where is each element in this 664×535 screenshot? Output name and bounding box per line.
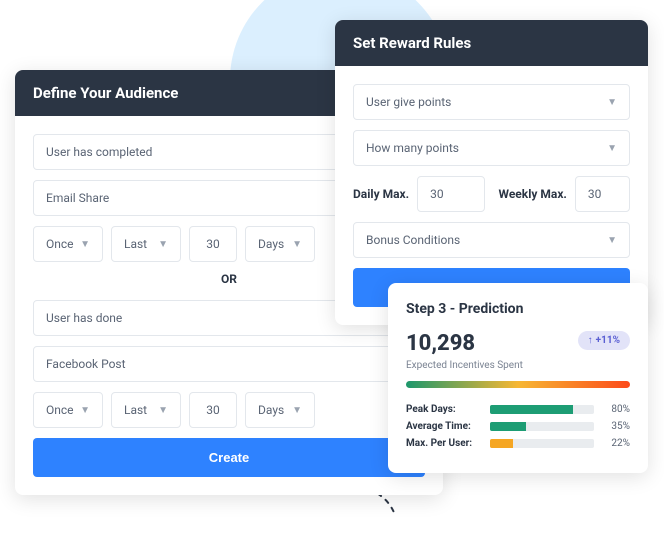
prediction-value: 10,298	[406, 331, 475, 356]
audience-action-2-select[interactable]: Facebook Post ▼	[33, 346, 425, 382]
reward-amount-select[interactable]: How many points ▼	[353, 130, 630, 166]
reward-type-select[interactable]: User give points ▼	[353, 84, 630, 120]
stat-track	[490, 439, 594, 448]
chevron-down-icon: ▼	[607, 143, 617, 154]
stat-label: Average Time:	[406, 421, 482, 432]
range-1-select[interactable]: Last ▼	[111, 226, 181, 262]
stat-fill	[490, 439, 513, 448]
stat-row: Average Time: 35%	[406, 421, 630, 432]
daily-max-label: Daily Max.	[353, 187, 409, 201]
unit-1-select[interactable]: Days ▼	[245, 226, 315, 262]
stat-track	[490, 405, 594, 414]
prediction-top-row: 10,298 ↑ +11%	[406, 331, 630, 356]
select-value: Bonus Conditions	[366, 233, 460, 247]
select-value: Email Share	[46, 191, 109, 205]
select-value: Once	[46, 237, 74, 251]
frequency-2-select[interactable]: Once ▼	[33, 392, 103, 428]
chevron-down-icon: ▼	[292, 405, 302, 416]
stat-percent: 22%	[602, 438, 630, 449]
range-2-select[interactable]: Last ▼	[111, 392, 181, 428]
frequency-1-select[interactable]: Once ▼	[33, 226, 103, 262]
stat-fill	[490, 405, 573, 414]
prediction-subtitle: Expected Incentives Spent	[406, 360, 630, 371]
select-value: Days	[258, 403, 284, 417]
prediction-card: Step 3 - Prediction 10,298 ↑ +11% Expect…	[388, 283, 648, 473]
select-value: Once	[46, 403, 74, 417]
weekly-max-input[interactable]: 30	[575, 176, 630, 212]
chevron-down-icon: ▼	[80, 239, 90, 250]
chevron-down-icon: ▼	[292, 239, 302, 250]
arrow-up-icon: ↑	[588, 335, 593, 346]
reward-title: Set Reward Rules	[335, 20, 648, 66]
count-1-input[interactable]: 30	[189, 226, 237, 262]
chevron-down-icon: ▼	[607, 97, 617, 108]
stat-row: Peak Days: 80%	[406, 404, 630, 415]
unit-2-select[interactable]: Days ▼	[245, 392, 315, 428]
reward-card: Set Reward Rules User give points ▼ How …	[335, 20, 648, 325]
stat-track	[490, 422, 594, 431]
stat-fill	[490, 422, 526, 431]
prediction-title: Step 3 - Prediction	[406, 301, 630, 317]
stat-row: Max. Per User: 22%	[406, 438, 630, 449]
select-value: User has completed	[46, 145, 152, 159]
select-value: Days	[258, 237, 284, 251]
chevron-down-icon: ▼	[158, 239, 168, 250]
select-value: User has done	[46, 311, 122, 325]
prediction-stats: Peak Days: 80% Average Time: 35% Max. Per Us…	[406, 404, 630, 449]
stat-label: Peak Days:	[406, 404, 482, 415]
stat-percent: 35%	[602, 421, 630, 432]
daily-max-input[interactable]: 30	[417, 176, 484, 212]
weekly-max-label: Weekly Max.	[499, 187, 567, 201]
gradient-bar	[406, 381, 630, 388]
select-value: Last	[124, 237, 147, 251]
chevron-down-icon: ▼	[158, 405, 168, 416]
count-2-input[interactable]: 30	[189, 392, 237, 428]
stat-label: Max. Per User:	[406, 438, 482, 449]
audience-create-button[interactable]: Create	[33, 438, 425, 477]
select-value: How many points	[366, 141, 459, 155]
prediction-change-badge: ↑ +11%	[578, 331, 630, 350]
badge-text: +11%	[596, 335, 620, 346]
reward-max-row: Daily Max. 30 Weekly Max. 30	[353, 176, 630, 212]
select-value: User give points	[366, 95, 451, 109]
select-value: Facebook Post	[46, 357, 126, 371]
stat-percent: 80%	[602, 404, 630, 415]
select-value: Last	[124, 403, 147, 417]
audience-time-row-2: Once ▼ Last ▼ 30 Days ▼	[33, 392, 425, 428]
chevron-down-icon: ▼	[607, 235, 617, 246]
bonus-conditions-select[interactable]: Bonus Conditions ▼	[353, 222, 630, 258]
chevron-down-icon: ▼	[80, 405, 90, 416]
